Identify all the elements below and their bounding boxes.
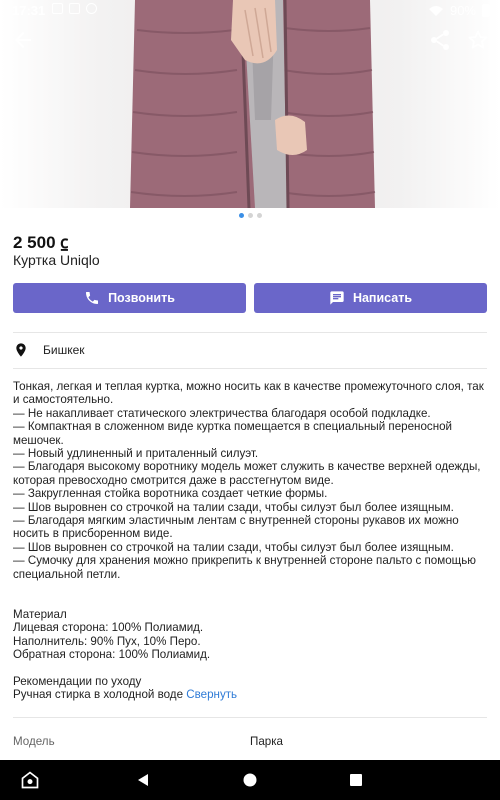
product-photo[interactable]: 17:31 90%	[0, 0, 500, 208]
settings-notification-icon	[86, 3, 97, 14]
home-app-icon[interactable]	[20, 770, 40, 790]
system-navigation-bar	[0, 760, 500, 800]
spec-value-model: Парка	[250, 735, 284, 748]
description-text: Тонкая, легкая и теплая куртка, можно но…	[13, 380, 489, 702]
carousel-dot[interactable]	[256, 213, 262, 218]
star-outline-icon[interactable]	[466, 28, 490, 52]
image-notification-icon	[52, 3, 63, 14]
carousel-dot[interactable]	[238, 213, 244, 218]
location-pin-icon	[16, 343, 26, 357]
message-icon	[330, 291, 344, 305]
divider	[13, 717, 487, 718]
back-nav-icon[interactable]	[135, 772, 151, 788]
battery-percent: 90%	[449, 3, 476, 18]
arrow-left-icon[interactable]	[11, 28, 35, 52]
photo-notification-icon	[69, 3, 80, 14]
home-nav-icon[interactable]	[242, 772, 258, 788]
screen: 17:31 90% 2 500 ⃀ Куртка Uniqlo Позвонит…	[0, 0, 500, 800]
description: Тонкая, легкая и теплая куртка, можно но…	[13, 380, 489, 702]
divider	[13, 368, 487, 369]
listing-price: 2 500 ⃀	[13, 233, 69, 252]
phone-icon	[86, 292, 99, 304]
battery-icon	[482, 4, 490, 17]
collapse-link[interactable]: Свернуть	[186, 688, 237, 701]
description-body: Тонкая, легкая и теплая куртка, можно но…	[13, 380, 484, 702]
wifi-icon	[428, 5, 443, 16]
status-time: 17:31	[12, 3, 46, 18]
jacket-image	[130, 0, 376, 208]
status-right: 90%	[428, 3, 490, 18]
recents-nav-icon[interactable]	[349, 773, 363, 787]
carousel-indicator	[0, 213, 500, 221]
listing-title: Куртка Uniqlo	[13, 252, 100, 268]
status-bar: 17:31 90%	[0, 0, 500, 22]
location-row: Бишкек	[13, 340, 85, 360]
call-button[interactable]: Позвонить	[13, 283, 246, 313]
write-button-label: Написать	[352, 291, 413, 305]
divider	[13, 332, 487, 333]
carousel-dot[interactable]	[247, 213, 253, 218]
spec-label-model: Модель	[13, 735, 55, 748]
call-button-label: Позвонить	[108, 291, 175, 305]
notification-icons	[52, 3, 97, 14]
share-icon[interactable]	[428, 28, 452, 52]
write-button[interactable]: Написать	[254, 283, 487, 313]
location-text: Бишкек	[43, 343, 85, 357]
